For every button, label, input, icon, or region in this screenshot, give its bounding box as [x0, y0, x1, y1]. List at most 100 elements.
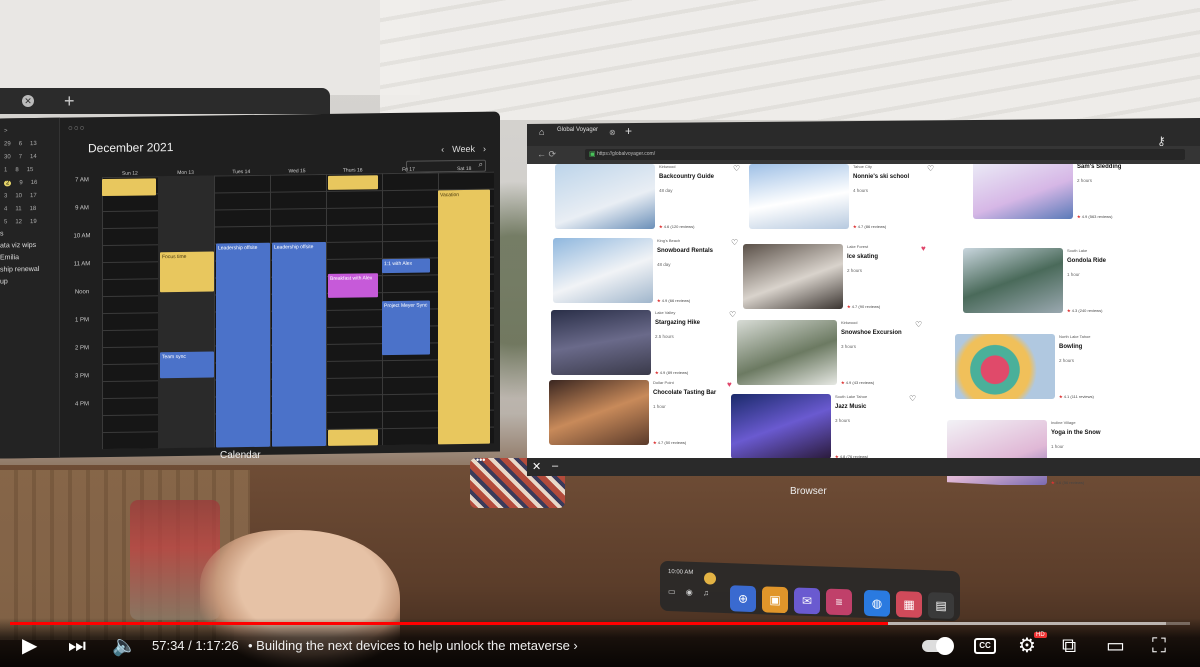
- home-icon[interactable]: ⌂: [539, 127, 544, 137]
- activity-card[interactable]: Lake Forest Ice skating 2 hours ★ 4.7 (9…: [743, 244, 953, 314]
- activity-duration: 48 day: [657, 262, 671, 267]
- calendar-event[interactable]: 1:1 with Alex: [382, 258, 430, 274]
- activity-card[interactable]: Incline Village Yoga in the Snow 1 hour …: [947, 420, 1157, 490]
- view-selector[interactable]: Week: [452, 144, 475, 154]
- activity-location: Dollar Point: [653, 380, 674, 385]
- next-icon[interactable]: ⏭: [68, 634, 86, 658]
- activity-card[interactable]: Kirkwood Backcountry Guide 48 day ★ 4.6 …: [555, 164, 765, 234]
- calendar-event[interactable]: Vacation: [438, 189, 490, 445]
- system-status-icons[interactable]: ▭ ◉ ♫: [668, 587, 713, 598]
- activity-card[interactable]: Incline Village Sam's Sledding 2 hours ★…: [973, 164, 1183, 224]
- progress-bar[interactable]: [10, 622, 1190, 625]
- heart-icon[interactable]: ♡: [731, 238, 738, 247]
- today-column: [158, 175, 214, 449]
- captions-button[interactable]: CC: [974, 638, 996, 654]
- media-app-icon[interactable]: ≡: [826, 588, 852, 616]
- calendar-event[interactable]: Breakfast with Alex: [328, 273, 378, 298]
- wall: [0, 0, 420, 95]
- address-bar[interactable]: https://globalvoyager.com/: [585, 149, 1185, 160]
- activity-card[interactable]: Dollar Point Chocolate Tasting Bar 1 hou…: [549, 380, 759, 450]
- heart-filled-icon[interactable]: ♥: [921, 244, 926, 253]
- calendar-event[interactable]: Leadership offsite: [272, 241, 326, 447]
- calendar-list-item[interactable]: Emilia: [0, 254, 60, 267]
- close-tab-icon[interactable]: ✕: [22, 95, 34, 107]
- activity-location: Lake Forest: [847, 244, 869, 249]
- activity-rating: ★ 4.9 (89 reviews): [655, 370, 689, 375]
- more-options-icon[interactable]: •••: [476, 455, 485, 465]
- files-app-icon[interactable]: ▤: [928, 592, 954, 620]
- calendar-event[interactable]: [328, 429, 378, 446]
- played-fill: [10, 622, 888, 625]
- activity-card[interactable]: North Lake Tahoe Bowling 2 hours ★ 4.1 (…: [955, 334, 1165, 404]
- close-window-icon[interactable]: ✕: [532, 460, 541, 473]
- heart-icon[interactable]: ♡: [733, 164, 740, 173]
- calendar-main: ○○○ December 2021 ‹ Week › ⌕ Sun 12 Mon …: [62, 112, 500, 458]
- activity-card[interactable]: Tahoe City Nonnie's ski school 4 hours ★…: [749, 164, 959, 234]
- messenger-app-icon[interactable]: ✉: [794, 587, 820, 615]
- calendar-event[interactable]: Leadership offsite: [216, 242, 270, 448]
- play-icon[interactable]: ▶: [22, 634, 37, 658]
- heart-icon[interactable]: ♡: [729, 310, 736, 319]
- volume-icon[interactable]: 🔈: [112, 634, 137, 658]
- calendar-event[interactable]: Team sync: [160, 351, 214, 379]
- activity-card[interactable]: Lake Valley Stargazing Hike 2.5 hours ★ …: [551, 310, 761, 380]
- activity-image: [551, 310, 651, 375]
- close-tab-icon[interactable]: ⊗: [609, 128, 616, 137]
- store-app-icon[interactable]: ▣: [762, 586, 788, 614]
- calendar-list-item[interactable]: ata viz wips: [0, 242, 60, 255]
- activity-duration: 1 hour: [1051, 444, 1064, 449]
- browser-app-icon[interactable]: ◍: [864, 589, 890, 617]
- activity-location: Tahoe City: [853, 164, 872, 169]
- back-reload-icon[interactable]: ← ⟳: [537, 149, 556, 160]
- activity-card[interactable]: Kirkwood Snowshoe Excursion 3 hours ★ 4.…: [737, 320, 947, 390]
- next-week-icon[interactable]: ›: [483, 144, 486, 154]
- activity-rating: ★ 4.1 (111 reviews): [1059, 394, 1094, 399]
- activity-title: Nonnie's ski school: [853, 174, 910, 180]
- calendar-event[interactable]: [328, 175, 378, 190]
- activity-title: Jazz Music: [835, 404, 867, 410]
- browser-bottom-bar: ✕ –: [527, 458, 1200, 476]
- mini-calendar-selected-day[interactable]: 2: [4, 179, 12, 186]
- heart-icon[interactable]: ♡: [915, 320, 922, 329]
- heart-icon[interactable]: ♡: [909, 394, 916, 403]
- activity-image: [749, 164, 849, 229]
- calendar-list-item[interactable]: up: [0, 278, 60, 291]
- calendar-event[interactable]: Focus time: [160, 251, 214, 293]
- calendar-event[interactable]: Project Meyer Sync: [382, 300, 430, 356]
- theater-mode-icon[interactable]: ▭: [1106, 634, 1125, 658]
- calendar-event[interactable]: [102, 178, 156, 197]
- activity-location: North Lake Tahoe: [1059, 334, 1091, 339]
- settings-gear-icon[interactable]: ⚙: [1018, 634, 1036, 658]
- week-grid[interactable]: Focus time Leadership offsite Leadership…: [102, 171, 494, 450]
- fullscreen-icon[interactable]: ⛶: [1152, 634, 1166, 658]
- activity-card[interactable]: King's Beach Snowboard Rentals 48 day ★ …: [553, 238, 763, 308]
- activity-rating: ★ 4.6 (56 reviews): [1051, 480, 1085, 485]
- activity-title: Yoga in the Snow: [1051, 430, 1101, 436]
- miniplayer-icon[interactable]: ⧉: [1062, 634, 1076, 658]
- autoplay-toggle[interactable]: [922, 637, 954, 655]
- add-app-icon[interactable]: ⊕: [730, 585, 756, 613]
- prev-week-icon[interactable]: ‹: [441, 144, 444, 154]
- activity-rating: ★ 4.7 (86 reviews): [853, 224, 887, 229]
- calendar-list-item[interactable]: ship renewal: [0, 266, 60, 279]
- avatar[interactable]: [704, 572, 716, 585]
- activity-card[interactable]: South Lake Gondola Ride 1 hour ★ 4.3 (24…: [963, 248, 1173, 318]
- heart-filled-icon[interactable]: ♥: [727, 380, 732, 389]
- calendar-list-item[interactable]: s: [0, 230, 60, 243]
- calendar-list-item[interactable]: [0, 290, 60, 303]
- activity-rating: ★ 4.9 (43 reviews): [841, 380, 875, 385]
- activity-rating: ★ 4.9 (563 reviews): [1077, 214, 1113, 219]
- system-dock: 10:00 AM ▭ ◉ ♫ ⊕ ▣ ✉ ≡ ◍ ▦ ▤: [660, 560, 960, 622]
- new-tab-icon[interactable]: +: [625, 124, 632, 138]
- heart-icon[interactable]: ♡: [927, 164, 934, 173]
- minimize-icon[interactable]: –: [552, 460, 558, 472]
- mini-calendar-row: 3 10 17: [4, 192, 37, 199]
- activity-card[interactable]: South Lake Tahoe Jazz Music 3 hours ★ 4.…: [731, 394, 941, 464]
- new-tab-icon[interactable]: +: [64, 91, 75, 112]
- activity-image: [963, 248, 1063, 313]
- browser-tab[interactable]: Global Voyager: [557, 127, 598, 133]
- chapter-title[interactable]: • Building the next devices to help unlo…: [248, 638, 578, 653]
- activity-duration: 2.5 hours: [655, 334, 674, 339]
- calendar-app-icon[interactable]: ▦: [896, 591, 922, 618]
- window-dots-icon[interactable]: ○○○: [68, 123, 86, 132]
